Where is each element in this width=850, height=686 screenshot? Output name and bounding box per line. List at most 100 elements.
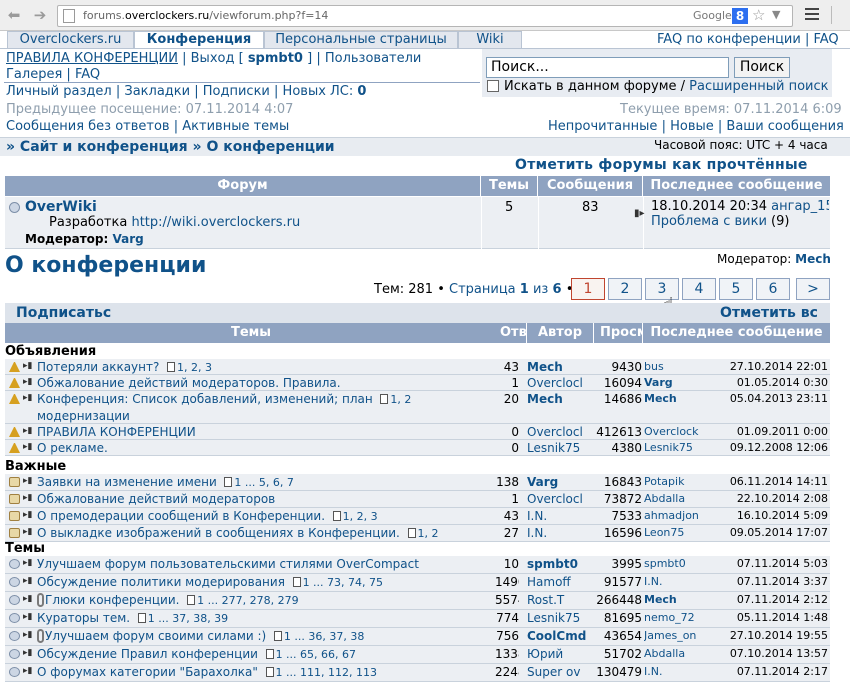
- last-poster-link[interactable]: Mech: [644, 391, 714, 423]
- topic-pages[interactable]: 1, 2: [418, 527, 439, 540]
- topic-pages[interactable]: 1 ... 5, 6, 7: [234, 476, 293, 489]
- topic-row[interactable]: ▸▮ Кураторы тем. 1 ... 37, 38, 39 774 Lesni…: [5, 610, 830, 628]
- author-link[interactable]: I.N.: [527, 525, 591, 541]
- menu-icon[interactable]: [800, 5, 824, 25]
- author-link[interactable]: Super ov: [527, 664, 591, 681]
- page-5-button[interactable]: 5: [719, 278, 753, 300]
- breadcrumb-site[interactable]: Сайт и конференция: [20, 139, 188, 155]
- last-poster-link[interactable]: bus: [644, 359, 714, 374]
- topic-pages[interactable]: 1 ... 73, 74, 75: [303, 576, 383, 589]
- last-poster-link[interactable]: Varg: [644, 375, 714, 390]
- author-link[interactable]: Lesnik75: [527, 610, 591, 627]
- first-unread-icon[interactable]: ▸▮: [23, 630, 32, 640]
- moderator-varg-link[interactable]: Varg: [112, 232, 143, 246]
- author-link[interactable]: Overclocl: [527, 424, 591, 439]
- logout-link[interactable]: Выход [ spmbt0 ]: [191, 51, 313, 66]
- search-input[interactable]: Поиск...: [486, 57, 729, 78]
- page-6-button[interactable]: 6: [756, 278, 790, 300]
- last-poster-link[interactable]: Leon75: [644, 525, 714, 541]
- author-link[interactable]: Hamoff: [527, 574, 591, 591]
- faq-conference-link[interactable]: FAQ по конференции: [657, 32, 801, 47]
- topic-link[interactable]: Кураторы тем.: [37, 611, 130, 625]
- topic-row[interactable]: ▸▮ Обжалование действий модераторов. Прав…: [5, 375, 830, 391]
- forward-icon[interactable]: ➔: [31, 6, 49, 24]
- new-pm-link[interactable]: Новых ЛС: 0: [283, 84, 367, 99]
- last-poster-link[interactable]: Abdalla: [644, 646, 714, 663]
- last-poster-link[interactable]: I.N.: [644, 664, 714, 681]
- personal-section-link[interactable]: Личный раздел: [6, 84, 112, 99]
- your-posts-link[interactable]: Ваши сообщения: [726, 119, 843, 134]
- topic-link[interactable]: О рекламе.: [37, 441, 108, 455]
- first-unread-icon[interactable]: ▸▮: [23, 442, 32, 452]
- next-page-button[interactable]: >: [796, 278, 830, 300]
- first-unread-icon[interactable]: ▸▮: [23, 493, 32, 503]
- last-poster-link[interactable]: ahmadjon: [644, 508, 714, 524]
- topic-link[interactable]: Глюки конференции.: [45, 593, 179, 607]
- topic-row[interactable]: ▸▮ Обсуждение политики модерирования 1 ..…: [5, 574, 830, 592]
- tab-wiki[interactable]: Wiki: [458, 31, 522, 48]
- first-unread-icon[interactable]: ▸▮: [23, 377, 32, 387]
- new-link[interactable]: Новые: [670, 119, 714, 134]
- first-unread-icon[interactable]: ▸▮: [23, 361, 32, 371]
- first-unread-icon[interactable]: ▸▮: [23, 594, 32, 604]
- topic-pages[interactable]: 1 ... 277, 278, 279: [197, 594, 298, 607]
- topic-link[interactable]: Заявки на изменение имени: [37, 475, 217, 489]
- last-poster-link[interactable]: Potapik: [644, 474, 714, 490]
- moderator-mech-link[interactable]: Mech: [795, 252, 831, 266]
- search-in-forum-checkbox[interactable]: [487, 80, 499, 92]
- rules-link[interactable]: ПРАВИЛА КОНФЕРЕНЦИИ: [6, 51, 178, 66]
- topic-row[interactable]: ▸▮ Улучшаем форум своими силами :) 1 ... …: [5, 628, 830, 646]
- topic-link-cont[interactable]: модернизации: [37, 409, 130, 423]
- first-unread-icon[interactable]: ▸▮: [23, 393, 32, 403]
- google-badge-icon[interactable]: 8: [732, 8, 748, 24]
- topic-link[interactable]: ПРАВИЛА КОНФЕРЕНЦИИ: [37, 425, 196, 439]
- mark-topics-read-link[interactable]: Отметить вс: [720, 305, 830, 321]
- first-unread-icon[interactable]: ▸▮: [23, 612, 32, 622]
- topic-pages[interactable]: 1, 2, 3: [177, 361, 212, 374]
- author-link[interactable]: Юрий: [527, 646, 591, 663]
- last-poster-link[interactable]: Mech: [644, 592, 714, 609]
- faq-link[interactable]: FAQ: [813, 32, 838, 47]
- first-unread-icon[interactable]: ▸▮: [23, 510, 32, 520]
- faq-link2[interactable]: FAQ: [75, 67, 100, 82]
- last-poster-link[interactable]: Lesnik75: [644, 440, 714, 455]
- first-unread-icon[interactable]: ▸▮: [23, 558, 32, 568]
- subforum-name[interactable]: OverWiki: [25, 199, 97, 215]
- address-bar[interactable]: forums.overclockers.ru/viewforum.php?f=1…: [57, 5, 793, 27]
- no-answers-link[interactable]: Сообщения без ответов: [6, 119, 170, 134]
- last-poster-link[interactable]: Overclock: [644, 424, 714, 439]
- topic-pages[interactable]: 1, 2, 3: [343, 510, 378, 523]
- first-unread-icon[interactable]: ▸▮: [23, 476, 32, 486]
- last-poster-link[interactable]: James_on: [644, 628, 714, 645]
- topic-link[interactable]: О премодерации сообщений в Конференции.: [37, 509, 325, 523]
- topic-row[interactable]: ▸▮ О форумах категории "Барахолка" 1 ... …: [5, 664, 830, 682]
- last-poster-link[interactable]: spmbt0: [644, 556, 714, 573]
- topic-row[interactable]: ▸▮ Потеряли аккаунт? 1, 2, 3 43 Mech 9430 bus…: [5, 359, 830, 375]
- subscriptions-link[interactable]: Подписки: [203, 84, 270, 99]
- first-unread-icon[interactable]: ▸▮: [23, 666, 32, 676]
- active-topics-link[interactable]: Активные темы: [182, 119, 289, 134]
- topic-row[interactable]: ▸▮ Обсуждение Правил конференции 1 ... 65…: [5, 646, 830, 664]
- unread-link[interactable]: Непрочитанные: [548, 119, 657, 134]
- author-link[interactable]: Lesnik75: [527, 440, 591, 455]
- go-to-last-icon[interactable]: ▮▸: [634, 208, 645, 219]
- bookmarks-link[interactable]: Закладки: [124, 84, 190, 99]
- topic-row[interactable]: ▸▮ О премодерации сообщений в Конференции…: [5, 508, 830, 525]
- users-link[interactable]: Пользователи: [325, 51, 422, 66]
- last-poster-link[interactable]: ангар_15: [771, 199, 829, 214]
- last-poster-link[interactable]: nemo_72: [644, 610, 714, 627]
- last-topic-link[interactable]: Проблема с вики: [651, 214, 767, 229]
- topic-row[interactable]: ▸▮ Обжалование действий модераторов 1 Overc…: [5, 491, 830, 508]
- first-unread-icon[interactable]: ▸▮: [23, 527, 32, 537]
- author-link[interactable]: Rost.T: [527, 592, 591, 609]
- subscribe-link[interactable]: Подписатьс: [16, 305, 111, 321]
- topic-row[interactable]: ▸▮ Улучшаем форум пользовательскими стиля…: [5, 556, 830, 574]
- wiki-url-link[interactable]: http://wiki.overclockers.ru: [131, 215, 300, 230]
- topic-link[interactable]: О выкладке изображений в сообщениях в Ко…: [37, 526, 400, 540]
- last-poster-link[interactable]: I.N.: [644, 574, 714, 591]
- author-link[interactable]: Overclocl: [527, 375, 591, 390]
- tab-conference[interactable]: Конференция: [134, 31, 264, 48]
- author-link[interactable]: I.N.: [527, 508, 591, 524]
- mark-forums-read-link[interactable]: Отметить форумы как прочтённые: [515, 157, 808, 173]
- author-link[interactable]: Varg: [527, 474, 591, 490]
